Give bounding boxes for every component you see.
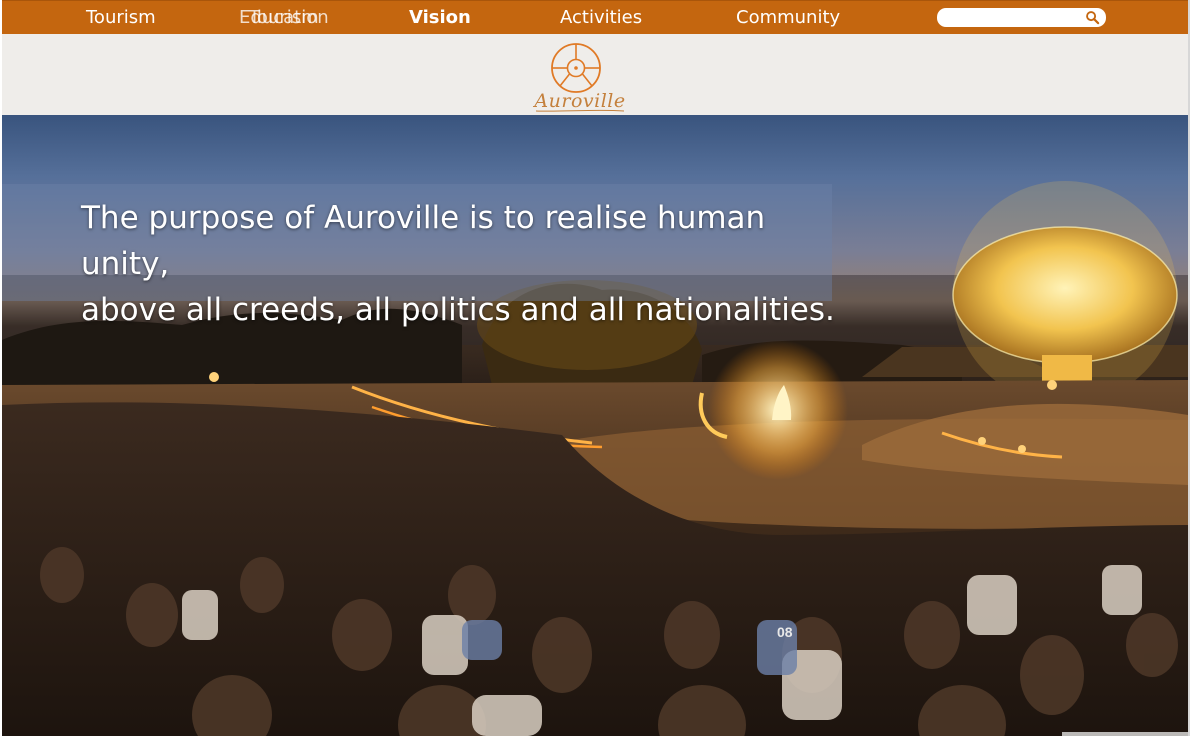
- search-box[interactable]: [937, 8, 1106, 28]
- auroville-logo-icon[interactable]: [550, 42, 602, 94]
- top-nav-bar: Tourism Education Tourism Vision Activit…: [2, 0, 1188, 34]
- nav-activities[interactable]: Activities: [560, 1, 642, 35]
- search-icon[interactable]: [1085, 10, 1100, 25]
- search-input[interactable]: [945, 9, 1089, 28]
- quote-line-1: The purpose of Auroville is to realise h…: [81, 200, 766, 282]
- nav-tourism-overlap[interactable]: Tourism: [249, 1, 319, 35]
- hero-quote: The purpose of Auroville is to realise h…: [81, 195, 861, 333]
- quote-line-2: above all creeds, all politics and all n…: [81, 292, 835, 328]
- nav-community[interactable]: Community: [736, 1, 840, 35]
- jersey-number: 08: [777, 624, 793, 640]
- hero-photo: 08 The purpose of Auroville is to realis…: [2, 115, 1188, 736]
- nav-tourism[interactable]: Tourism: [86, 1, 156, 35]
- logo-band: Auroville: [2, 34, 1188, 115]
- nav-vision[interactable]: Vision: [409, 1, 471, 35]
- logo-underline: [535, 109, 625, 112]
